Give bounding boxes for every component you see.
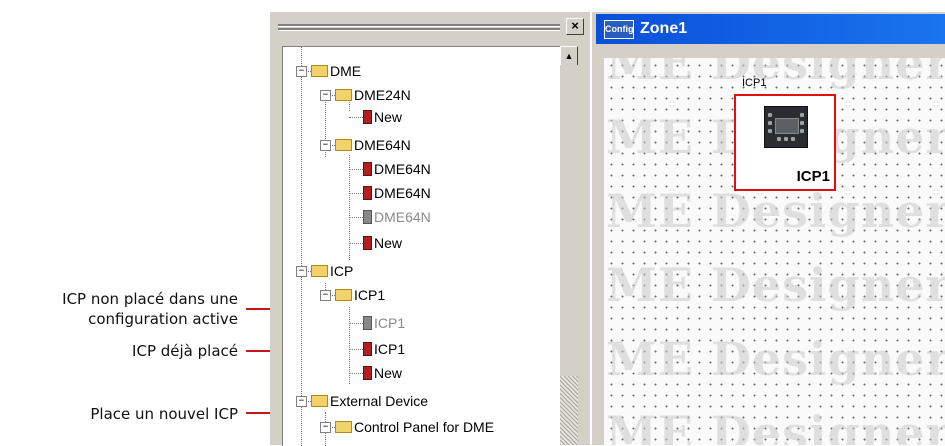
scroll-track[interactable] bbox=[560, 65, 578, 375]
folder-icon bbox=[335, 139, 352, 152]
tree-item-dme64n-3[interactable]: DME64N bbox=[363, 207, 431, 227]
device-icon bbox=[363, 186, 372, 201]
tree-item-control-panel[interactable]: Control Panel for DME bbox=[335, 417, 494, 437]
watermark: ME Designer bbox=[606, 332, 945, 386]
component-top-label: ICP1 bbox=[742, 77, 767, 89]
watermark: ME Designer bbox=[606, 406, 945, 445]
device-tree-panel: × − DME − DME24N New − DME64N DME64N DME… bbox=[270, 12, 590, 446]
tree-item-dme[interactable]: DME bbox=[311, 61, 361, 81]
tree-item-label: DME64N bbox=[374, 185, 431, 201]
panel-grip bbox=[278, 28, 560, 31]
tree-item-dme24n[interactable]: DME24N bbox=[335, 85, 411, 105]
tree-item-label: DME64N bbox=[374, 161, 431, 177]
icp1-component[interactable]: ICP1 bbox=[734, 94, 836, 191]
device-icon bbox=[363, 366, 372, 381]
tree-item-icp1-placed[interactable]: ICP1 bbox=[363, 339, 405, 359]
tree-item-label: DME64N bbox=[374, 209, 431, 225]
watermark: ME Designer bbox=[606, 184, 945, 238]
device-icon bbox=[363, 210, 372, 225]
expander-dme24n[interactable]: − bbox=[320, 90, 331, 101]
zone-title: Zone1 bbox=[640, 20, 688, 37]
tree-item-label: New bbox=[374, 235, 403, 251]
device-icon bbox=[363, 236, 372, 251]
zone-canvas[interactable]: ME Designer ME Designer ME Designer ME D… bbox=[604, 58, 945, 445]
folder-icon bbox=[335, 289, 352, 302]
panel-close-button[interactable]: × bbox=[566, 18, 584, 35]
scroll-thumb[interactable] bbox=[560, 376, 578, 445]
tree-item-label: ICP bbox=[330, 263, 354, 279]
tree-item-label: New bbox=[374, 365, 403, 381]
callout-not-placed-line2: configuration active bbox=[88, 310, 238, 328]
tree-item-dme64n-2[interactable]: DME64N bbox=[363, 183, 431, 203]
callout-already-placed: ICP déjà placé bbox=[132, 342, 238, 360]
expander-icp[interactable]: − bbox=[296, 266, 307, 277]
device-icon bbox=[363, 316, 372, 331]
callout-place-new: Place un nouvel ICP bbox=[90, 405, 238, 423]
tree-item-label: DME64N bbox=[354, 137, 411, 153]
scroll-up-button[interactable]: ▲ bbox=[560, 46, 578, 66]
device-icon bbox=[363, 110, 372, 125]
folder-icon bbox=[335, 89, 352, 102]
expander-dme64n[interactable]: − bbox=[320, 140, 331, 151]
tree-item-label: ICP1 bbox=[374, 315, 406, 331]
tree-item-icp1-not-placed[interactable]: ICP1 bbox=[363, 313, 405, 333]
device-icon bbox=[363, 342, 372, 357]
expander-external-device[interactable]: − bbox=[296, 396, 307, 407]
zone-titlebar[interactable]: Config Zone1 bbox=[596, 14, 945, 44]
expander-dme[interactable]: − bbox=[296, 66, 307, 77]
tree-scrollbar[interactable]: ▲ bbox=[560, 46, 578, 445]
expander-icp1[interactable]: − bbox=[320, 290, 331, 301]
panel-grip bbox=[278, 24, 560, 27]
callout-not-placed: ICP non placé dans une configuration act… bbox=[62, 289, 238, 329]
watermark: ME Designer bbox=[606, 258, 945, 312]
panel-titlebar[interactable]: × bbox=[276, 16, 584, 38]
device-tree[interactable]: − DME − DME24N New − DME64N DME64N DME64… bbox=[282, 46, 561, 446]
config-icon: Config bbox=[604, 20, 634, 39]
tree-item-dme64n-1[interactable]: DME64N bbox=[363, 159, 431, 179]
tree-item-icp[interactable]: ICP bbox=[311, 261, 353, 281]
tree-item-dme64n-folder[interactable]: DME64N bbox=[335, 135, 411, 155]
tree-item-icp1-folder[interactable]: ICP1 bbox=[335, 285, 385, 305]
tree-item-label: DME24N bbox=[354, 87, 411, 103]
tree-item-label: External Device bbox=[330, 393, 429, 409]
icp-screen bbox=[775, 118, 799, 134]
tree-item-label: ICP1 bbox=[354, 287, 386, 303]
tree-item-external-device[interactable]: External Device bbox=[311, 391, 428, 411]
tree-item-label: DME bbox=[330, 63, 362, 79]
component-name: ICP1 bbox=[796, 168, 830, 185]
device-icon bbox=[363, 162, 372, 177]
folder-icon bbox=[311, 395, 328, 408]
watermark: ME Designer bbox=[606, 58, 945, 90]
folder-icon bbox=[335, 421, 352, 434]
tree-item-label: Control Panel for DME bbox=[354, 419, 495, 435]
expander-control-panel[interactable]: − bbox=[320, 422, 331, 433]
callout-not-placed-line1: ICP non placé dans une bbox=[62, 290, 238, 308]
tree-item-icp-new[interactable]: New bbox=[363, 363, 402, 383]
zone-window: Config Zone1 ME Designer ME Designer ME … bbox=[592, 12, 945, 445]
folder-icon bbox=[311, 65, 328, 78]
tree-item-dme64n-new[interactable]: New bbox=[363, 233, 402, 253]
tree-item-label: ICP1 bbox=[374, 341, 406, 357]
folder-icon bbox=[311, 265, 328, 278]
icp-panel-icon bbox=[764, 106, 808, 148]
tree-item-label: New bbox=[374, 109, 403, 125]
tree-item-dme24n-new[interactable]: New bbox=[363, 107, 402, 127]
